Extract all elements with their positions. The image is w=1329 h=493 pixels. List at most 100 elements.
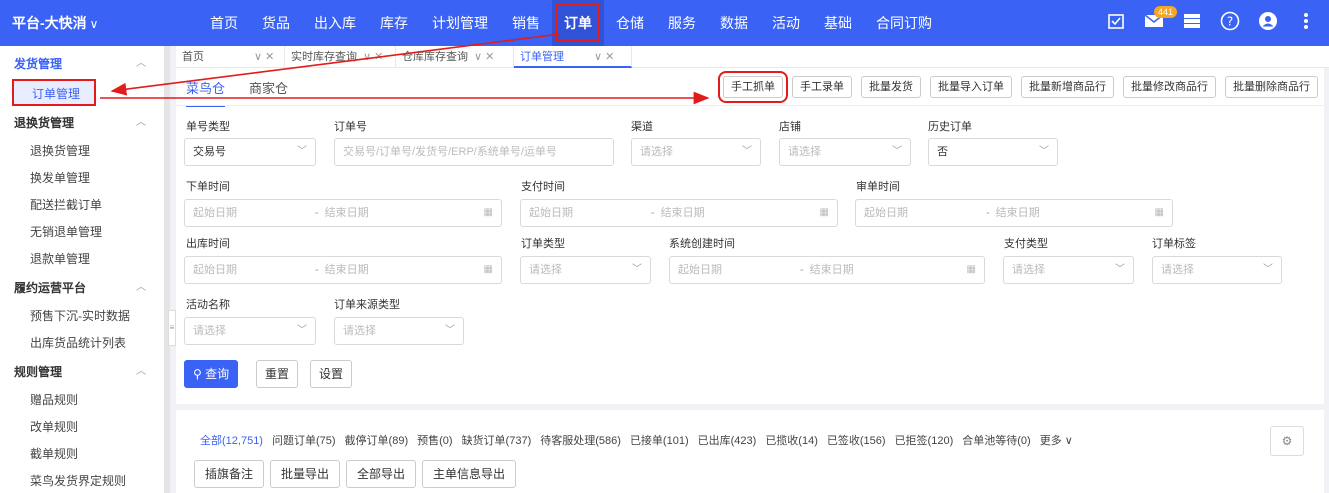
- settings-button[interactable]: 设置: [310, 360, 353, 388]
- tab-merchant-warehouse[interactable]: 商家仓: [249, 78, 288, 107]
- sidebar-group-fulfillment[interactable]: 履约运营平台 ︿: [0, 273, 164, 303]
- batch-import-button[interactable]: 批量导入订单: [930, 76, 1012, 98]
- nav-item-activity[interactable]: 活动: [760, 0, 812, 46]
- filter-rejected[interactable]: 已拒签(120): [895, 432, 954, 448]
- sidebar-item-presale[interactable]: 预售下沉-实时数据: [0, 303, 164, 330]
- sidebar-group-shipping[interactable]: 发货管理 ︿: [0, 49, 164, 79]
- sidebar-group-rules[interactable]: 规则管理 ︿: [0, 357, 164, 387]
- help-icon[interactable]: ?: [1219, 10, 1241, 32]
- sidebar-item-unsold-return[interactable]: 无销退单管理: [0, 219, 164, 246]
- gear-icon[interactable]: ⚙: [1270, 426, 1304, 456]
- tab-warehouse-stock[interactable]: 仓库库存查询 ∨ ✕: [396, 46, 514, 68]
- manual-fetch-button[interactable]: 手工抓单: [718, 71, 788, 103]
- filter-pending-cs[interactable]: 待客服处理(586): [540, 432, 621, 448]
- batch-export-button[interactable]: 批量导出: [270, 460, 341, 488]
- nav-item-inout[interactable]: 出入库: [302, 0, 368, 46]
- close-icon[interactable]: ∨ ✕: [474, 51, 494, 63]
- sidebar-item-exchange[interactable]: 换发单管理: [0, 165, 164, 192]
- close-icon[interactable]: ∨ ✕: [254, 51, 274, 63]
- nav-item-goods[interactable]: 货品: [250, 0, 302, 46]
- nav-item-sales[interactable]: 销售: [500, 0, 552, 46]
- sidebar-collapse-handle[interactable]: ≡: [168, 310, 176, 346]
- end-date-placeholder: 结束日期: [324, 207, 369, 219]
- user-avatar-icon[interactable]: [1257, 10, 1279, 32]
- filter-shipped-out[interactable]: 已出库(423): [698, 432, 757, 448]
- nav-item-basic[interactable]: 基础: [812, 0, 864, 46]
- sidebar-item-gift-rules[interactable]: 赠品规则: [0, 387, 164, 414]
- order-no-input[interactable]: 交易号/订单号/发货号/ERP/系统单号/运单号: [334, 138, 614, 166]
- filter-more[interactable]: 更多 ∨: [1040, 432, 1073, 448]
- activity-select[interactable]: 请选择 ﹀: [184, 317, 316, 345]
- flag-note-button[interactable]: 插旗备注: [194, 460, 265, 488]
- sidebar-item-cainiao-rules[interactable]: 菜鸟发货界定规则: [0, 468, 164, 493]
- nav-item-contract[interactable]: 合同订购: [864, 0, 944, 46]
- sidebar-group-returns[interactable]: 退换货管理 ︿: [0, 108, 164, 138]
- sidebar-scrollbar[interactable]: [164, 46, 170, 493]
- tab-cainiao-warehouse[interactable]: 菜鸟仓: [186, 78, 226, 107]
- filter-out-of-stock[interactable]: 缺货订单(737): [462, 432, 532, 448]
- nav-item-home[interactable]: 首页: [198, 0, 250, 46]
- history-select[interactable]: 否 ﹀: [928, 138, 1058, 166]
- chevron-up-icon: ︿: [136, 366, 146, 377]
- platform-switcher[interactable]: 平台-大快消 ∨: [12, 13, 98, 33]
- pay-type-select[interactable]: 请选择 ﹀: [1003, 256, 1134, 284]
- source-type-select[interactable]: 请选择 ﹀: [334, 317, 464, 345]
- sidebar-item-cutoff-rules[interactable]: 截单规则: [0, 441, 164, 468]
- filter-problem[interactable]: 问题订单(75): [272, 432, 336, 448]
- manual-entry-button[interactable]: 手工录单: [792, 76, 852, 98]
- batch-edit-item-button[interactable]: 批量修改商品行: [1123, 76, 1216, 98]
- svg-text:?: ?: [1227, 15, 1233, 29]
- filter-all[interactable]: 全部(12,751): [200, 432, 263, 448]
- more-vertical-icon[interactable]: [1295, 10, 1317, 32]
- nav-item-warehouse[interactable]: 仓储: [604, 0, 656, 46]
- filter-collected[interactable]: 已揽收(14): [765, 432, 818, 448]
- end-date-placeholder: 结束日期: [324, 264, 369, 276]
- tab-order-management[interactable]: 订单管理 ∨ ✕: [514, 46, 632, 68]
- filter-stopped[interactable]: 截停订单(89): [345, 432, 409, 448]
- sidebar-item-returns[interactable]: 退换货管理: [0, 138, 164, 165]
- create-time-range[interactable]: 起始日期 - 结束日期 ▦: [669, 256, 985, 284]
- filter-presale[interactable]: 预售(0): [417, 432, 452, 448]
- order-time-range[interactable]: 起始日期 - 结束日期 ▦: [184, 199, 502, 227]
- close-icon[interactable]: ∨ ✕: [363, 51, 383, 63]
- filter-merge-pool[interactable]: 合单池等待(0): [962, 432, 1030, 448]
- nav-item-data[interactable]: 数据: [708, 0, 760, 46]
- reset-button[interactable]: 重置: [256, 360, 299, 388]
- sidebar-item-edit-rules[interactable]: 改单规则: [0, 414, 164, 441]
- search-button[interactable]: ⚲ 查询: [184, 360, 239, 388]
- close-icon[interactable]: ∨ ✕: [594, 51, 614, 63]
- sidebar-item-order-management[interactable]: 订单管理: [12, 79, 96, 106]
- select-placeholder: 请选择: [193, 325, 226, 337]
- nav-item-inventory[interactable]: 库存: [368, 0, 420, 46]
- order-no-type-select[interactable]: 交易号 ﹀: [184, 138, 316, 166]
- order-tag-select[interactable]: 请选择 ﹀: [1152, 256, 1282, 284]
- sidebar-item-outbound-stats[interactable]: 出库货品统计列表: [0, 330, 164, 357]
- mail-icon[interactable]: 441: [1143, 6, 1178, 32]
- batch-delete-item-button[interactable]: 批量删除商品行: [1225, 76, 1318, 98]
- filter-signed[interactable]: 已签收(156): [827, 432, 886, 448]
- filter-accepted[interactable]: 已接单(101): [630, 432, 689, 448]
- review-time-range[interactable]: 起始日期 - 结束日期 ▦: [855, 199, 1173, 227]
- search-icon: ⚲: [193, 367, 202, 381]
- server-icon[interactable]: [1181, 10, 1203, 32]
- tab-realtime-stock[interactable]: 实时库存查询 ∨ ✕: [285, 46, 396, 68]
- export-all-button[interactable]: 全部导出: [346, 460, 417, 488]
- batch-ship-button[interactable]: 批量发货: [861, 76, 921, 98]
- out-time-range[interactable]: 起始日期 - 结束日期 ▦: [184, 256, 502, 284]
- export-main-info-button[interactable]: 主单信息导出: [422, 460, 517, 488]
- task-check-icon[interactable]: [1105, 10, 1127, 32]
- nav-item-plan[interactable]: 计划管理: [420, 0, 500, 46]
- nav-item-orders[interactable]: 订单: [552, 0, 604, 46]
- pay-time-range[interactable]: 起始日期 - 结束日期 ▦: [520, 199, 838, 227]
- nav-item-service[interactable]: 服务: [656, 0, 708, 46]
- sidebar-item-refund[interactable]: 退款单管理: [0, 246, 164, 273]
- shop-select[interactable]: 请选择 ﹀: [779, 138, 911, 166]
- tab-home[interactable]: 首页 ∨ ✕: [176, 46, 285, 68]
- warehouse-tabs: 菜鸟仓 商家仓: [186, 78, 288, 107]
- channel-select[interactable]: 请选择 ﹀: [631, 138, 761, 166]
- order-no-label: 订单号: [334, 121, 367, 133]
- batch-add-item-button[interactable]: 批量新增商品行: [1021, 76, 1114, 98]
- order-type-select[interactable]: 请选择 ﹀: [520, 256, 651, 284]
- calendar-icon: ▦: [966, 264, 976, 275]
- sidebar-item-intercept[interactable]: 配送拦截订单: [0, 192, 164, 219]
